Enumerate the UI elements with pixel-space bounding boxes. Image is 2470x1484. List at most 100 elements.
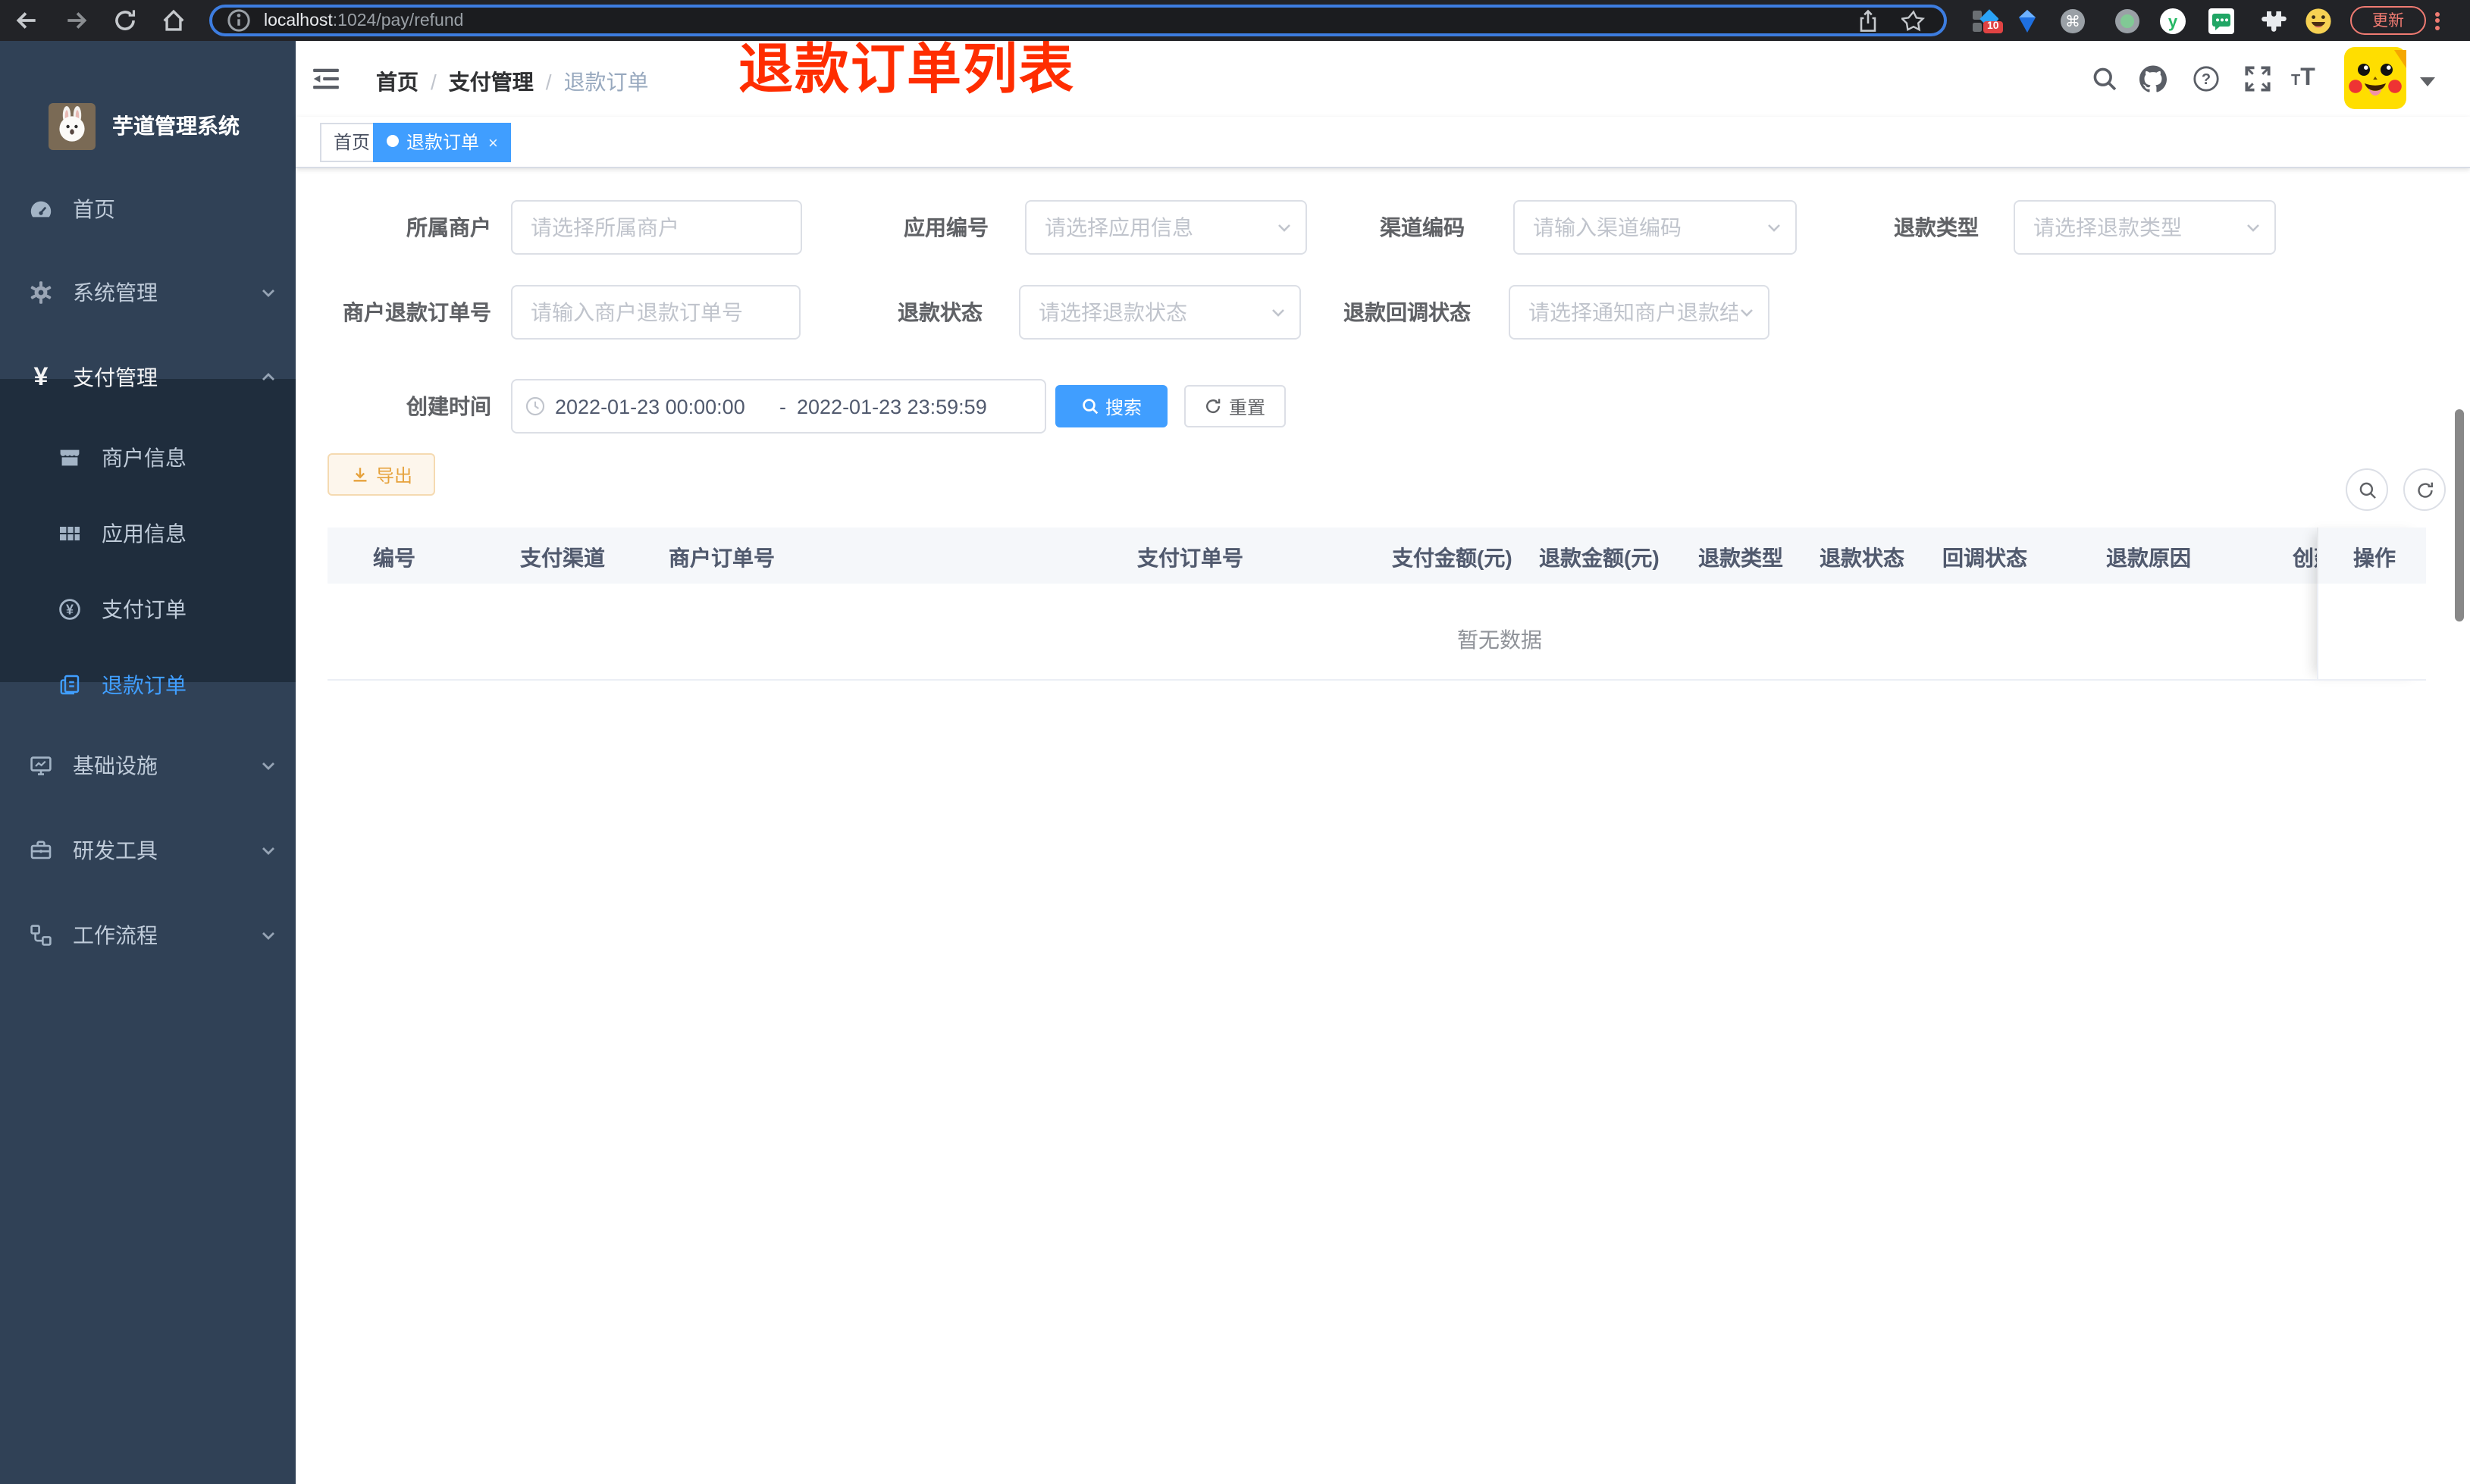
yen-circle-icon: ¥	[58, 597, 82, 621]
export-button[interactable]: 导出	[328, 453, 435, 496]
table-empty-text: 暂无数据	[1457, 628, 1542, 652]
sidebar-item-label: 基础设施	[73, 753, 158, 778]
extension-chat-icon[interactable]	[2208, 7, 2235, 34]
sidebar-item-label: 系统管理	[73, 280, 158, 305]
extension-gem-icon[interactable]	[2014, 7, 2041, 34]
clock-icon	[525, 396, 546, 417]
sidebar-item-app-info[interactable]: 应用信息	[0, 496, 296, 571]
bookmark-star-icon[interactable]	[1901, 8, 1926, 33]
address-bar[interactable]: localhost:1024/pay/refund	[209, 5, 1947, 36]
breadcrumb-item-home[interactable]: 首页	[376, 70, 418, 94]
breadcrumb-item-pay[interactable]: 支付管理	[449, 70, 534, 94]
avatar[interactable]	[2344, 47, 2406, 109]
sidebar-item-workflow[interactable]: 工作流程	[0, 893, 296, 978]
reload-icon[interactable]	[112, 8, 138, 33]
search-icon	[2359, 481, 2375, 498]
hamburger-indent-icon[interactable]	[312, 65, 340, 92]
tab-refund-order[interactable]: 退款订单 ×	[373, 123, 512, 162]
svg-text:y: y	[2168, 11, 2178, 30]
reset-button[interactable]: 重置	[1184, 385, 1286, 427]
refresh-table-button[interactable]	[2403, 468, 2446, 511]
svg-text:⌘: ⌘	[2065, 13, 2080, 30]
col-id: 编号	[373, 546, 415, 570]
tags-view-bar: 首页 退款订单 ×	[296, 117, 2470, 168]
chevron-down-icon	[261, 758, 276, 773]
gear-icon	[29, 280, 53, 305]
extension-dot-icon[interactable]	[2114, 7, 2141, 34]
site-info-icon[interactable]	[226, 8, 252, 33]
sidebar-item-label: 工作流程	[73, 923, 158, 947]
filter-label-create-time: 创建时间	[406, 394, 491, 418]
channel-select[interactable]: 请输入渠道编码	[1513, 200, 1797, 255]
workflow-icon	[29, 923, 53, 947]
browser-chrome: localhost:1024/pay/refund 10 ⌘ y 更新	[0, 0, 2470, 41]
refresh-icon	[1206, 399, 1221, 413]
chevron-down-icon	[1765, 218, 1783, 236]
svg-text:¥: ¥	[66, 602, 74, 617]
search-icon[interactable]	[2091, 65, 2118, 92]
extension-monkey-icon[interactable]: 10	[1971, 7, 2003, 34]
col-refund-type: 退款类型	[1698, 546, 1783, 570]
help-icon[interactable]: ?	[2193, 65, 2220, 92]
merchant-refund-no-input[interactable]	[511, 285, 801, 340]
search-icon	[1083, 399, 1099, 415]
sidebar-item-pay-order[interactable]: ¥ 支付订单	[0, 571, 296, 647]
fullscreen-icon[interactable]	[2244, 65, 2271, 92]
url-host: localhost	[264, 11, 333, 30]
date-end-value: 2022-01-23 23:59:59	[797, 395, 987, 418]
back-icon[interactable]	[14, 8, 39, 33]
extensions-puzzle-icon[interactable]	[2259, 7, 2287, 34]
search-button[interactable]: 搜索	[1055, 385, 1168, 427]
github-icon[interactable]	[2139, 65, 2167, 92]
refresh-icon	[2417, 481, 2432, 497]
breadcrumb: 首页 / 支付管理 / 退款订单	[376, 67, 649, 97]
chrome-update-button[interactable]: 更新	[2350, 6, 2426, 35]
forward-icon[interactable]	[64, 8, 89, 33]
table-bottom-border	[328, 679, 2426, 681]
date-range-separator: -	[779, 395, 786, 418]
close-tab-icon[interactable]: ×	[488, 135, 498, 153]
extension-emoji-icon[interactable]	[2305, 7, 2332, 34]
date-start-value: 2022-01-23 00:00:00	[555, 395, 745, 418]
sidebar: 芋道管理系统 首页 系统管理 ¥ 支付管理 商户信息 应用信息 ¥ 支付订单 退…	[0, 41, 296, 1484]
extension-yuque-icon[interactable]: y	[2159, 7, 2186, 34]
sidebar-item-label: 研发工具	[73, 838, 158, 863]
sidebar-item-label: 首页	[73, 197, 115, 221]
home-icon[interactable]	[161, 8, 187, 33]
app-header: 首页 / 支付管理 / 退款订单 ? TT	[296, 41, 2470, 117]
sidebar-item-infra[interactable]: 基础设施	[0, 723, 296, 808]
breadcrumb-item-current: 退款订单	[563, 70, 649, 94]
col-notify-status: 回调状态	[1942, 546, 2027, 570]
date-range-picker[interactable]: 2022-01-23 00:00:00 - 2022-01-23 23:59:5…	[511, 379, 1046, 434]
sidebar-item-label: 商户信息	[102, 446, 187, 470]
filter-label-refund-status: 退款状态	[898, 300, 983, 324]
col-refund-status: 退款状态	[1820, 546, 1904, 570]
filter-label-merchant: 所属商户	[406, 215, 491, 240]
col-refund-reason: 退款原因	[2106, 546, 2191, 570]
show-search-toggle-button[interactable]	[2346, 468, 2388, 511]
sidebar-item-dev-tools[interactable]: 研发工具	[0, 808, 296, 893]
scrollbar-thumb[interactable]	[2455, 409, 2464, 621]
col-pay-amount: 支付金额(元)	[1392, 546, 1512, 570]
chrome-menu-icon[interactable]	[2435, 9, 2440, 32]
col-refund-amount: 退款金额(元)	[1539, 546, 1660, 570]
sidebar-item-label: 支付订单	[102, 597, 187, 621]
sidebar-item-refund-order[interactable]: 退款订单	[0, 647, 296, 723]
chevron-down-icon	[261, 843, 276, 858]
document-icon	[58, 673, 82, 697]
caret-down-icon[interactable]	[2420, 77, 2435, 86]
toolbox-icon	[29, 838, 53, 863]
font-size-icon[interactable]: TT	[2291, 65, 2315, 92]
refund-type-select[interactable]: 请选择退款类型	[2014, 200, 2276, 255]
sidebar-item-label: 支付管理	[73, 365, 158, 390]
filter-label-merchant-refund-no: 商户退款订单号	[343, 300, 491, 324]
breadcrumb-separator: /	[545, 70, 552, 94]
yen-icon: ¥	[33, 362, 49, 391]
dashboard-icon	[29, 197, 53, 221]
share-icon[interactable]	[1856, 8, 1880, 33]
notify-status-select[interactable]: 请选择通知商户退款结果	[1509, 285, 1769, 340]
extension-command-icon[interactable]: ⌘	[2059, 7, 2086, 34]
filter-label-channel: 渠道编码	[1380, 215, 1465, 240]
breadcrumb-separator: /	[431, 70, 437, 94]
col-pay-channel: 支付渠道	[520, 546, 605, 570]
